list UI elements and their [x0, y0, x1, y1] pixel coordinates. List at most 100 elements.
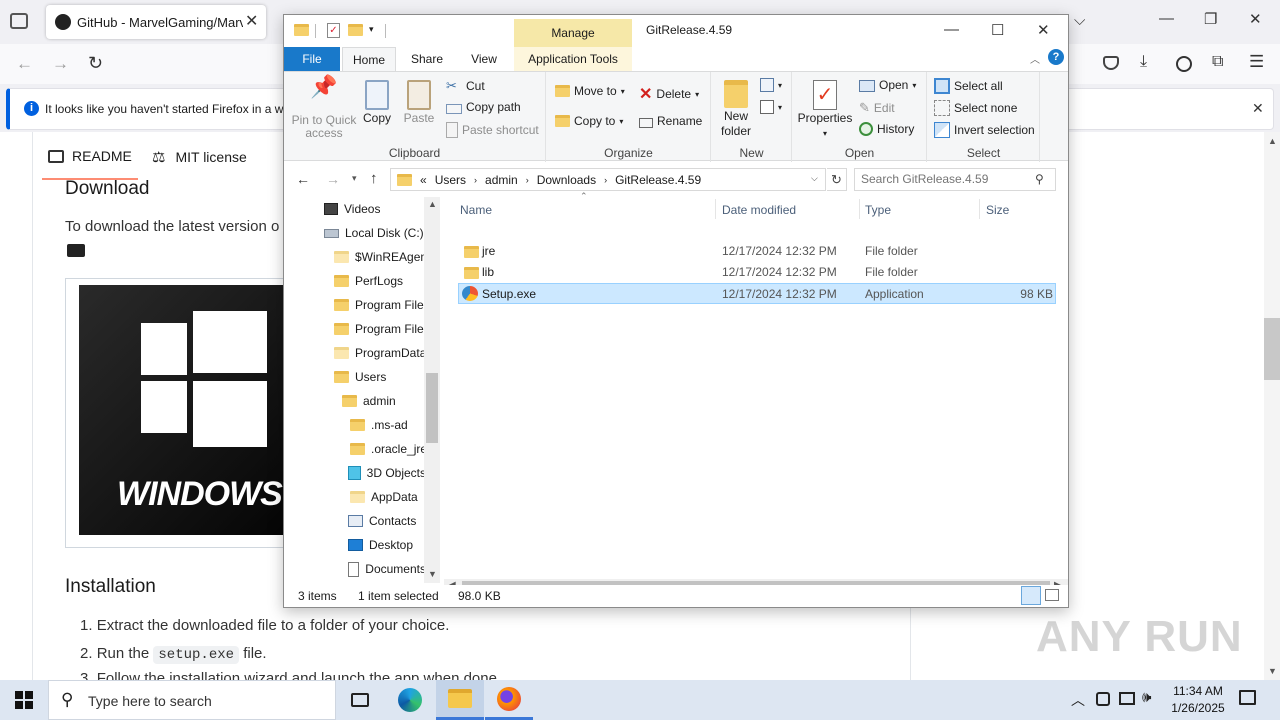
up-folder-icon[interactable]: ↑	[370, 170, 378, 187]
copy-to-button[interactable]: Copy to ▾	[555, 114, 623, 128]
rename-button[interactable]: Rename	[639, 114, 702, 128]
tree-item-program-files[interactable]: Program Files	[334, 293, 426, 317]
new-item-button[interactable]: ▾	[760, 78, 782, 92]
pin-quick-access-button[interactable]: 📌 Pin to Quick access	[288, 76, 360, 140]
breadcrumb-users[interactable]: Users	[435, 173, 466, 187]
explorer-maximize-icon[interactable]: ☐	[991, 21, 1004, 39]
tree-scroll-down[interactable]: ▼	[428, 569, 437, 579]
paste-shortcut-button[interactable]: Paste shortcut	[446, 122, 539, 138]
browser-tab[interactable]: GitHub - MarvelGaming/Marve ✕	[46, 5, 266, 39]
reload-icon[interactable]: ↻	[88, 53, 103, 74]
tree-item-3d-objects[interactable]: 3D Objects	[348, 461, 426, 485]
tab-file[interactable]: File	[284, 47, 340, 71]
file-row-lib[interactable]: lib 12/17/2024 12:32 PM File folder	[458, 262, 1056, 283]
browser-minimize-icon[interactable]: —	[1159, 10, 1174, 27]
tree-item-ms-ad[interactable]: .ms-ad	[350, 413, 408, 437]
scroll-down-arrow[interactable]: ▼	[1268, 666, 1277, 676]
tree-item-program-files-x86[interactable]: Program Files	[334, 317, 426, 341]
breadcrumb-admin[interactable]: admin	[485, 173, 518, 187]
history-button[interactable]: History	[859, 122, 914, 136]
tree-scrollbar[interactable]: ▲ ▼	[424, 197, 440, 583]
column-divider[interactable]	[979, 199, 980, 219]
explorer-minimize-icon[interactable]: —	[944, 21, 959, 38]
tab-application-tools[interactable]: Application Tools	[514, 47, 632, 71]
column-size[interactable]: Size	[986, 203, 1009, 217]
tree-item-programdata[interactable]: ProgramData	[334, 341, 426, 365]
tab-view[interactable]: View	[456, 47, 512, 71]
large-icons-view-icon[interactable]	[1045, 589, 1059, 601]
tree-item-appdata[interactable]: AppData	[350, 485, 418, 509]
tree-item-documents[interactable]: Documents	[348, 557, 426, 581]
address-dropdown-icon[interactable]: ⌵	[811, 173, 818, 184]
select-all-button[interactable]: Select all	[934, 78, 1003, 94]
delete-button[interactable]: ✕ Delete ▾	[639, 84, 699, 104]
tab-overflow-icon[interactable]: ⌵	[1074, 12, 1085, 29]
move-to-button[interactable]: Move to ▾	[555, 84, 625, 98]
qat-dropdown-icon[interactable]: ▾	[369, 24, 374, 35]
column-date[interactable]: Date modified	[722, 203, 796, 217]
browser-maximize-icon[interactable]: ❐	[1204, 10, 1217, 28]
tab-close-icon[interactable]: ✕	[245, 11, 258, 31]
easy-access-button[interactable]: ▾	[760, 100, 782, 114]
taskbar-search[interactable]: ⚲ Type here to search	[48, 680, 336, 720]
forward-nav-icon[interactable]: →	[326, 171, 340, 187]
column-name[interactable]: Name	[460, 203, 492, 217]
tree-item-perflogs[interactable]: PerfLogs	[334, 269, 426, 293]
cut-button[interactable]: ✂ Cut	[446, 78, 485, 94]
column-divider[interactable]	[715, 199, 716, 219]
tray-app-icon[interactable]	[1096, 692, 1110, 706]
explorer-taskbar-button[interactable]	[436, 680, 484, 720]
browser-close-icon[interactable]: ✕	[1249, 10, 1262, 28]
recent-locations-icon[interactable]: ▾	[352, 173, 357, 184]
start-button[interactable]	[0, 680, 48, 720]
copy-button[interactable]: Copy	[360, 80, 394, 125]
tree-item-admin[interactable]: admin	[342, 389, 396, 413]
edit-button[interactable]: ✎ Edit	[859, 100, 895, 116]
tree-scroll-thumb[interactable]	[426, 373, 438, 443]
forward-icon[interactable]: →	[52, 54, 69, 74]
tree-item-winreagent[interactable]: $WinREAgent	[334, 245, 426, 269]
search-box[interactable]: ⚲	[854, 168, 1056, 191]
help-icon[interactable]: ?	[1048, 49, 1064, 65]
file-row-setup[interactable]: Setup.exe 12/17/2024 12:32 PM Applicatio…	[458, 283, 1056, 304]
file-row-jre[interactable]: jre 12/17/2024 12:32 PM File folder	[458, 241, 1056, 262]
tree-item-local-disk[interactable]: Local Disk (C:)	[324, 221, 424, 245]
download-icon[interactable]: ⤓	[1140, 53, 1147, 71]
pocket-icon[interactable]	[1103, 56, 1119, 70]
readme-tab[interactable]: README	[48, 148, 132, 164]
menu-icon[interactable]: ☰	[1249, 52, 1264, 72]
task-view-button[interactable]	[336, 680, 384, 720]
address-bar[interactable]: « Users › admin › Downloads › GitRelease…	[390, 168, 826, 191]
copy-path-button[interactable]: Copy path	[446, 100, 521, 114]
column-type[interactable]: Type	[865, 203, 891, 217]
breadcrumb-current[interactable]: GitRelease.4.59	[615, 173, 701, 187]
scroll-thumb[interactable]	[1264, 318, 1280, 380]
tree-scroll-up[interactable]: ▲	[428, 199, 437, 209]
details-view-icon[interactable]	[1021, 586, 1041, 605]
properties-qat-icon[interactable]: ✓	[327, 23, 340, 38]
page-scrollbar[interactable]: ▲ ▼	[1264, 132, 1280, 680]
refresh-icon[interactable]: ↻	[827, 168, 847, 191]
ribbon-collapse-icon[interactable]: ︿	[1030, 51, 1040, 66]
open-button[interactable]: Open ▾	[859, 78, 916, 92]
tray-overflow-icon[interactable]: ︿	[1071, 690, 1085, 710]
properties-button[interactable]: ✓ Properties ▾	[798, 80, 852, 140]
volume-icon[interactable]: 🕪	[1142, 689, 1151, 706]
tree-item-desktop[interactable]: Desktop	[348, 533, 413, 557]
tree-item-users[interactable]: Users	[334, 365, 386, 389]
extensions-icon[interactable]: ⧉	[1212, 53, 1223, 71]
network-icon[interactable]	[1119, 692, 1135, 705]
breadcrumb-downloads[interactable]: Downloads	[537, 173, 596, 187]
license-tab[interactable]: ⚖ MIT license	[152, 148, 247, 166]
back-nav-icon[interactable]: ←	[296, 171, 310, 187]
tab-home[interactable]: Home	[342, 47, 396, 72]
notification-close-icon[interactable]: ✕	[1252, 100, 1264, 117]
invert-selection-button[interactable]: Invert selection	[934, 122, 1035, 138]
breadcrumb-overflow[interactable]: «	[420, 173, 427, 187]
scroll-up-arrow[interactable]: ▲	[1268, 136, 1277, 146]
explorer-close-icon[interactable]: ✕	[1037, 21, 1050, 39]
firefox-taskbar-button[interactable]	[485, 680, 533, 720]
tree-item-oracle-jre[interactable]: .oracle_jre_	[350, 437, 426, 461]
search-input[interactable]	[861, 172, 1031, 186]
new-folder-button[interactable]: New folder	[718, 80, 754, 138]
